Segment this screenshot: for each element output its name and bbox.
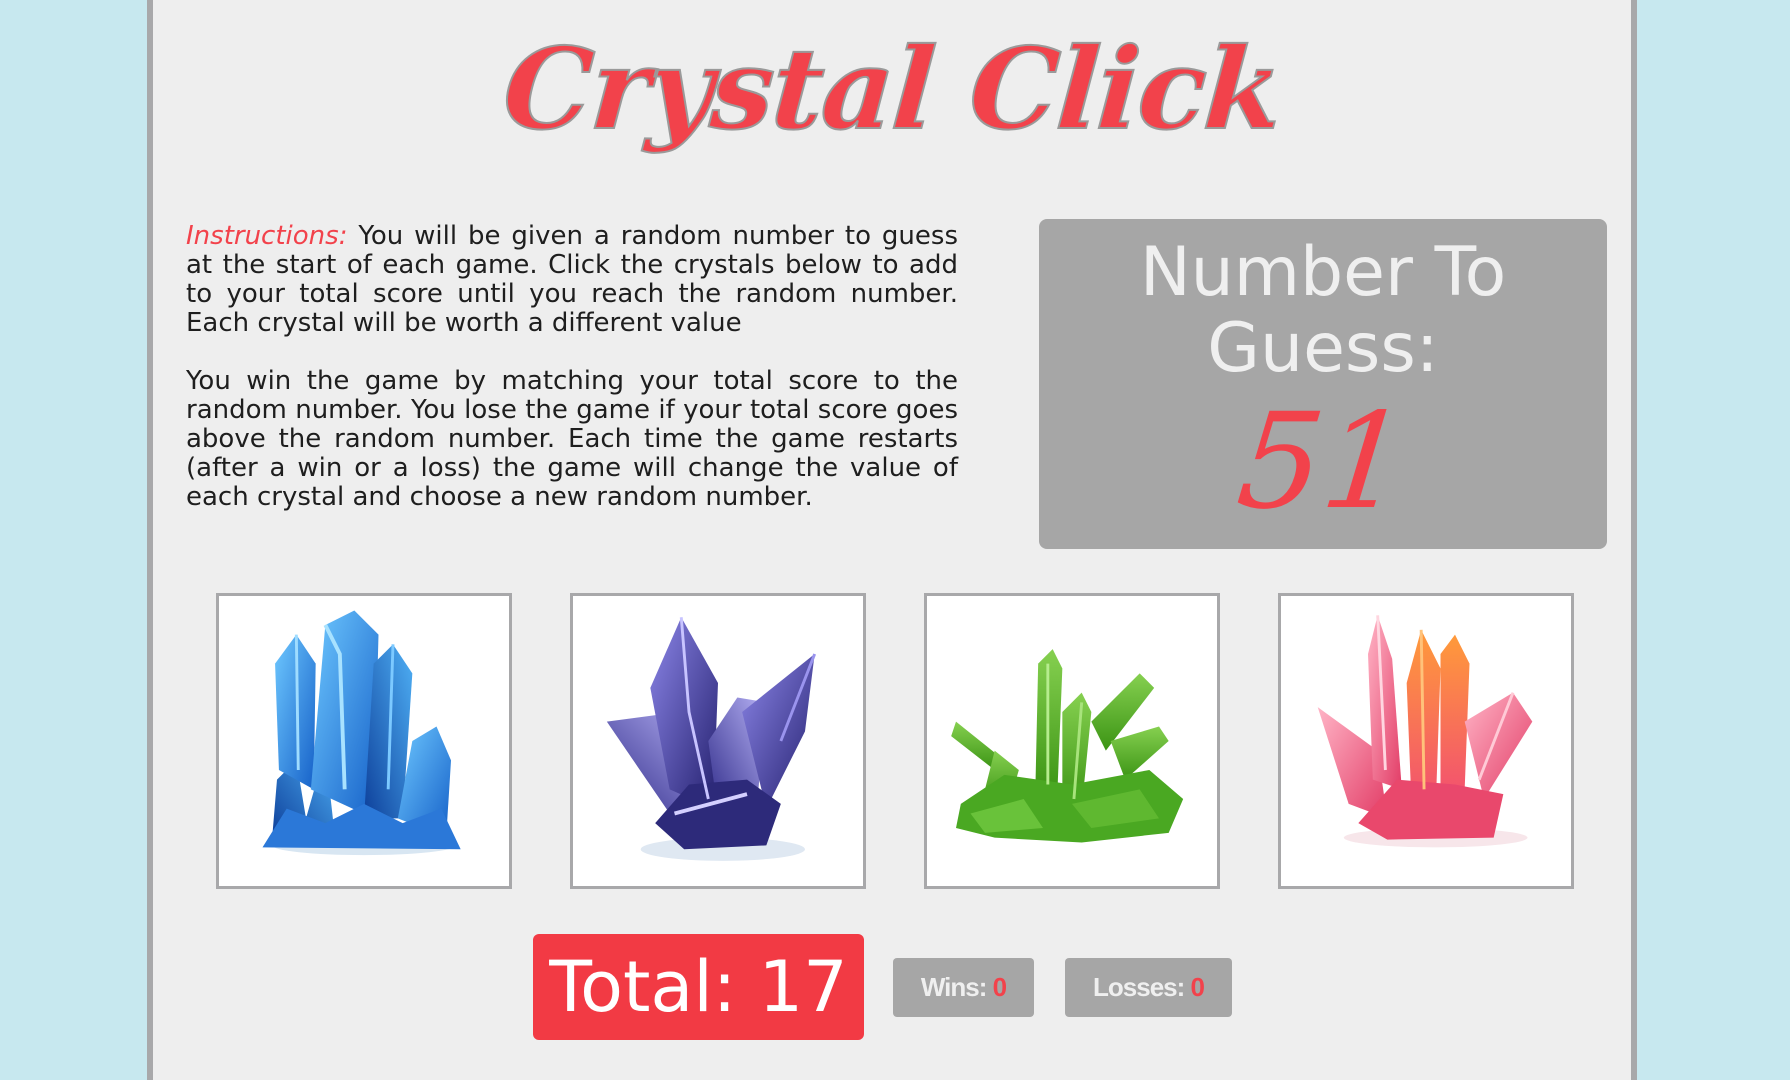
losses-label: Losses: (1093, 972, 1185, 1002)
green-crystal-icon (951, 649, 1184, 843)
wins-value: 0 (992, 972, 1008, 1002)
losses-counter: Losses: 0 (1065, 958, 1232, 1017)
instructions-label: Instructions: (186, 221, 348, 251)
instructions-paragraph-2: You win the game by matching your total … (186, 366, 958, 512)
total-score: Total: 17 (533, 934, 864, 1040)
blue-crystal-icon (262, 610, 461, 856)
wins-label: Wins: (920, 972, 988, 1002)
number-to-guess-value: 51 (1230, 385, 1416, 539)
game-container: Crystal Click Instructions: You will be … (147, 0, 1637, 1080)
losses-value: 0 (1190, 972, 1206, 1002)
purple-crystal-icon (606, 617, 817, 861)
page-title: Crystal Click (498, 23, 1285, 156)
wins-counter: Wins: 0 (893, 958, 1034, 1017)
green-crystal-button[interactable] (924, 593, 1220, 889)
instructions-panel: Instructions: You will be given a random… (186, 222, 958, 541)
number-to-guess-label: Number To Guess: (1139, 233, 1507, 388)
pink-crystal-icon (1317, 615, 1533, 848)
blue-crystal-button[interactable] (216, 593, 512, 889)
instructions-paragraph-1: Instructions: You will be given a random… (186, 222, 958, 338)
pink-crystal-button[interactable] (1278, 593, 1574, 889)
number-to-guess-panel: Number To Guess: 51 (1039, 219, 1607, 549)
purple-crystal-button[interactable] (570, 593, 866, 889)
